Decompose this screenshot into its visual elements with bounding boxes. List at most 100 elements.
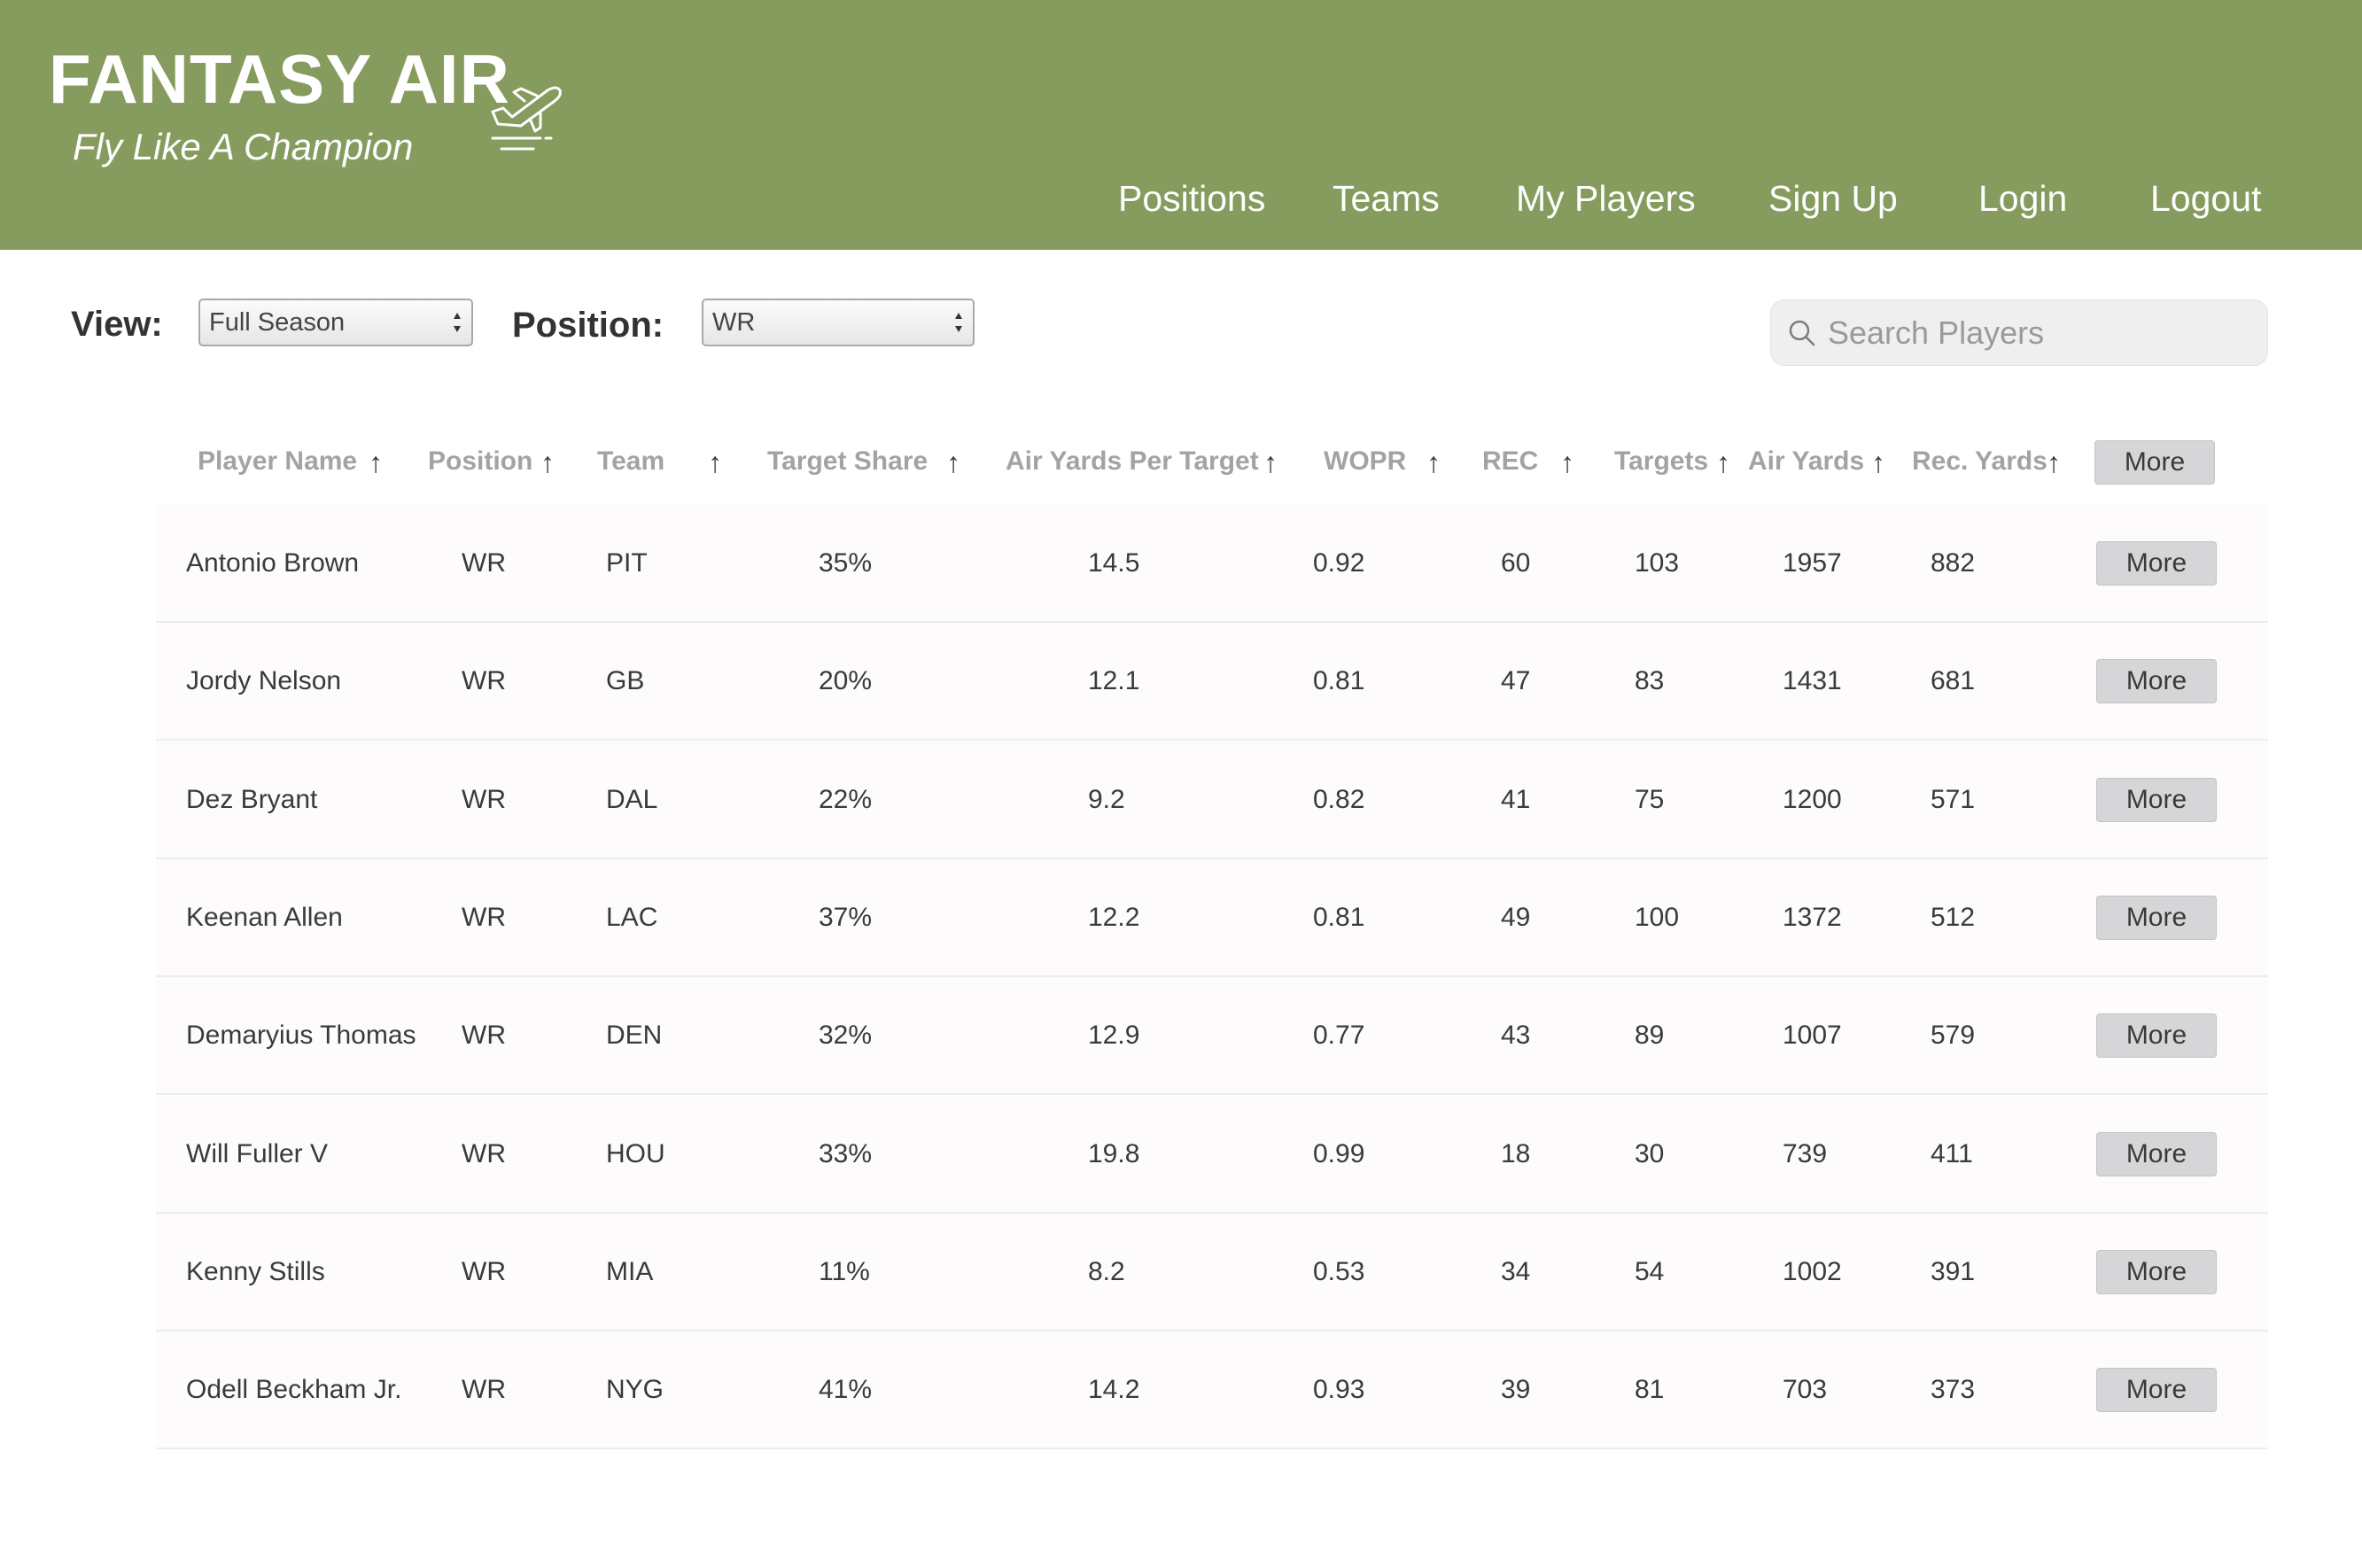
cell-rec-yards: 512 — [1931, 902, 1976, 932]
cell-team: GB — [606, 666, 645, 696]
col-header-wopr[interactable]: WOPR — [1324, 441, 1406, 482]
search-input[interactable]: Search Players — [1770, 299, 2268, 366]
cell-rec: 47 — [1501, 666, 1531, 696]
row-more-button[interactable]: More — [2096, 1131, 2217, 1176]
cell-wopr: 0.93 — [1313, 1375, 1365, 1405]
cell-air-yards: 1007 — [1783, 1021, 1842, 1051]
table-row: Will Fuller V WR HOU 33% 19.8 0.99 18 30 739 411 M… — [156, 1095, 2268, 1214]
cell-player-name: Will Fuller V — [186, 1138, 329, 1168]
position-select-value: WR — [712, 308, 756, 337]
cell-player-name: Antonio Brown — [186, 548, 360, 578]
table-row: Jordy Nelson WR GB 20% 12.1 0.81 47 83 1431 681 Mo… — [156, 623, 2268, 741]
cell-position: WR — [462, 548, 506, 578]
row-more-button[interactable]: More — [2096, 1013, 2217, 1059]
cell-air-yards: 703 — [1783, 1375, 1828, 1405]
cell-targets: 89 — [1635, 1021, 1665, 1051]
row-more-button[interactable]: More — [2096, 1249, 2217, 1294]
cell-air-yards-per-target: 9.2 — [1088, 784, 1125, 814]
cell-team: PIT — [606, 548, 648, 578]
sort-up-arrow-icon[interactable]: ↑ — [946, 443, 960, 482]
view-select[interactable]: Full Season — [198, 299, 473, 346]
cell-target-share: 41% — [819, 1375, 873, 1405]
site-header: FANTASY AIR Fly Like A Champion Position… — [0, 0, 2362, 250]
cell-player-name: Dez Bryant — [186, 784, 318, 814]
cell-team: NYG — [606, 1375, 664, 1405]
sort-up-arrow-icon[interactable]: ↑ — [2047, 443, 2061, 482]
cell-team: LAC — [606, 902, 658, 932]
cell-targets: 83 — [1635, 666, 1665, 696]
col-header-rec-yards[interactable]: Rec. Yards — [1912, 441, 2047, 482]
airplane-takeoff-icon — [491, 86, 562, 151]
cell-position: WR — [462, 666, 506, 696]
cell-rec-yards: 681 — [1931, 666, 1976, 696]
sort-up-arrow-icon[interactable]: ↑ — [1560, 443, 1574, 482]
cell-player-name: Demaryius Thomas — [186, 1021, 416, 1051]
col-header-rec[interactable]: REC — [1482, 441, 1538, 482]
search-placeholder: Search Players — [1828, 314, 2045, 351]
cell-team: HOU — [606, 1138, 665, 1168]
sort-up-arrow-icon[interactable]: ↑ — [369, 443, 383, 482]
cell-rec: 43 — [1501, 1021, 1531, 1051]
cell-air-yards-per-target: 12.2 — [1088, 902, 1140, 932]
col-header-player-name[interactable]: Player Name — [198, 441, 357, 482]
nav-positions[interactable]: Positions — [1118, 172, 1265, 225]
row-more-button[interactable]: More — [2096, 541, 2217, 586]
cell-air-yards: 1431 — [1783, 666, 1842, 696]
cell-wopr: 0.77 — [1313, 1021, 1365, 1051]
cell-position: WR — [462, 1375, 506, 1405]
cell-wopr: 0.81 — [1313, 902, 1365, 932]
sort-up-arrow-icon[interactable]: ↑ — [1426, 443, 1441, 482]
nav-sign-up[interactable]: Sign Up — [1768, 172, 1898, 225]
nav-login[interactable]: Login — [1978, 172, 2067, 225]
nav-logout[interactable]: Logout — [2150, 172, 2261, 225]
cell-player-name: Keenan Allen — [186, 902, 343, 932]
search-icon — [1789, 320, 1815, 346]
col-header-position[interactable]: Position — [428, 441, 532, 482]
brand-title[interactable]: FANTASY AIR — [49, 39, 510, 119]
col-header-air-yards[interactable]: Air Yards — [1748, 441, 1864, 482]
select-arrows-icon — [454, 313, 461, 332]
cell-air-yards: 1200 — [1783, 784, 1842, 814]
table-row: Demaryius Thomas WR DEN 32% 12.9 0.77 43 89 1007… — [156, 977, 2268, 1096]
cell-targets: 100 — [1635, 902, 1680, 932]
sort-up-arrow-icon[interactable]: ↑ — [540, 443, 555, 482]
col-header-team[interactable]: Team — [597, 441, 664, 482]
col-header-targets[interactable]: Targets — [1614, 441, 1708, 482]
cell-rec-yards: 391 — [1931, 1256, 1976, 1286]
cell-rec: 39 — [1501, 1375, 1531, 1405]
sort-up-arrow-icon[interactable]: ↑ — [1871, 443, 1885, 482]
view-label: View: — [71, 305, 163, 344]
cell-air-yards-per-target: 8.2 — [1088, 1256, 1125, 1286]
cell-rec: 60 — [1501, 548, 1531, 578]
cell-rec-yards: 571 — [1931, 784, 1976, 814]
cell-player-name: Jordy Nelson — [186, 666, 342, 696]
cell-position: WR — [462, 1138, 506, 1168]
row-more-button[interactable]: More — [2096, 1368, 2217, 1413]
row-more-button[interactable]: More — [2096, 895, 2217, 940]
cell-air-yards-per-target: 19.8 — [1088, 1138, 1140, 1168]
col-header-air-yards-per-target[interactable]: Air Yards Per Target — [1006, 441, 1259, 482]
row-more-button[interactable]: More — [2096, 659, 2217, 704]
sort-up-arrow-icon[interactable]: ↑ — [1716, 443, 1730, 482]
view-select-value: Full Season — [209, 308, 346, 337]
position-select[interactable]: WR — [702, 299, 975, 346]
col-header-target-share[interactable]: Target Share — [767, 441, 928, 482]
cell-rec-yards: 882 — [1931, 548, 1976, 578]
cell-target-share: 11% — [819, 1256, 870, 1286]
cell-targets: 54 — [1635, 1256, 1665, 1286]
nav-my-players[interactable]: My Players — [1516, 172, 1696, 225]
cell-player-name: Kenny Stills — [186, 1256, 325, 1286]
more-columns-button[interactable]: More — [2094, 440, 2215, 485]
cell-position: WR — [462, 902, 506, 932]
cell-air-yards: 1372 — [1783, 902, 1842, 932]
sort-up-arrow-icon[interactable]: ↑ — [1263, 443, 1278, 482]
table-row: Odell Beckham Jr. WR NYG 41% 14.2 0.93 39 81 703… — [156, 1331, 2268, 1450]
row-more-button[interactable]: More — [2096, 777, 2217, 822]
sort-up-arrow-icon[interactable]: ↑ — [708, 443, 722, 482]
cell-target-share: 32% — [819, 1021, 873, 1051]
nav-teams[interactable]: Teams — [1333, 172, 1440, 225]
cell-rec-yards: 373 — [1931, 1375, 1976, 1405]
cell-wopr: 0.92 — [1313, 548, 1365, 578]
cell-air-yards-per-target: 14.2 — [1088, 1375, 1140, 1405]
cell-team: DAL — [606, 784, 658, 814]
